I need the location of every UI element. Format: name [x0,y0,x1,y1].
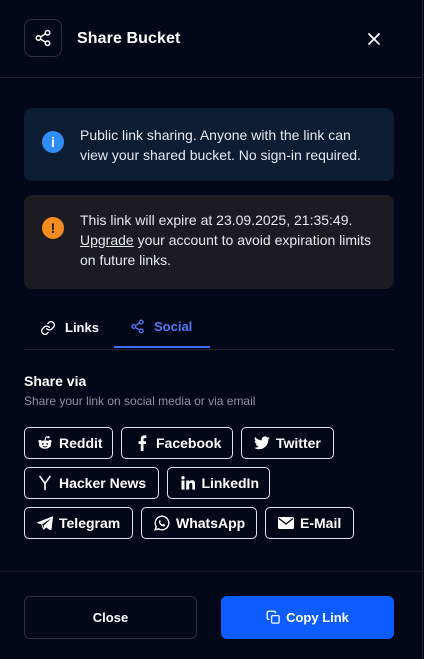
share-whatsapp-button[interactable]: WhatsApp [141,507,257,539]
copy-link-button[interactable]: Copy Link [221,596,394,639]
upgrade-link[interactable]: Upgrade [80,232,134,248]
telegram-icon [37,515,53,531]
facebook-icon [134,435,150,451]
hacker-news-icon [37,475,53,491]
share-twitter-label: Twitter [276,435,321,451]
share-icon [24,19,62,57]
share-via-subtitle: Share your link on social media or via e… [24,394,256,408]
share-facebook-button[interactable]: Facebook [121,427,233,459]
info-alert: i Public link sharing. Anyone with the l… [24,108,394,181]
tab-links[interactable]: Links [40,306,99,349]
share-via-title: Share via [24,373,87,389]
tab-social[interactable]: Social [114,306,210,348]
share-icon [131,319,144,333]
info-alert-text: Public link sharing. Anyone with the lin… [80,127,361,163]
share-hacker-news-button[interactable]: Hacker News [24,467,159,499]
footer-divider [0,571,423,572]
copy-icon [266,610,280,624]
whatsapp-icon [154,515,170,531]
share-hacker-news-label: Hacker News [59,475,147,491]
email-icon [278,515,294,531]
share-telegram-button[interactable]: Telegram [24,507,133,539]
share-twitter-button[interactable]: Twitter [241,427,334,459]
share-reddit-button[interactable]: Reddit [24,427,113,459]
close-icon[interactable] [364,29,384,49]
share-telegram-label: Telegram [59,515,121,531]
link-icon [41,320,55,335]
share-facebook-label: Facebook [156,435,222,451]
share-tabs: Links Social [24,306,394,350]
share-reddit-label: Reddit [59,435,103,451]
expiration-warning-alert: ! This link will expire at 23.09.2025, 2… [24,195,394,289]
share-whatsapp-label: WhatsApp [176,515,246,531]
warning-icon: ! [42,217,64,239]
linkedin-icon [180,475,195,491]
share-linkedin-label: LinkedIn [201,475,259,491]
twitter-icon [254,435,270,451]
share-bucket-dialog: Share Bucket i Public link sharing. Anyo… [0,0,423,659]
expiration-text: This link will expire at 23.09.2025, 21:… [80,212,353,228]
share-email-label: E-Mail [300,515,342,531]
info-icon: i [42,131,64,153]
share-linkedin-button[interactable]: LinkedIn [167,467,270,499]
tab-links-label: Links [65,320,99,335]
warning-alert-text: This link will expire at 23.09.2025, 21:… [80,210,380,270]
tab-social-label: Social [154,318,193,334]
copy-link-label: Copy Link [286,610,349,625]
share-email-button[interactable]: E-Mail [265,507,354,539]
dialog-title: Share Bucket [77,30,181,47]
reddit-icon [37,435,53,451]
close-button[interactable]: Close [24,596,197,639]
dialog-header: Share Bucket [0,0,423,78]
